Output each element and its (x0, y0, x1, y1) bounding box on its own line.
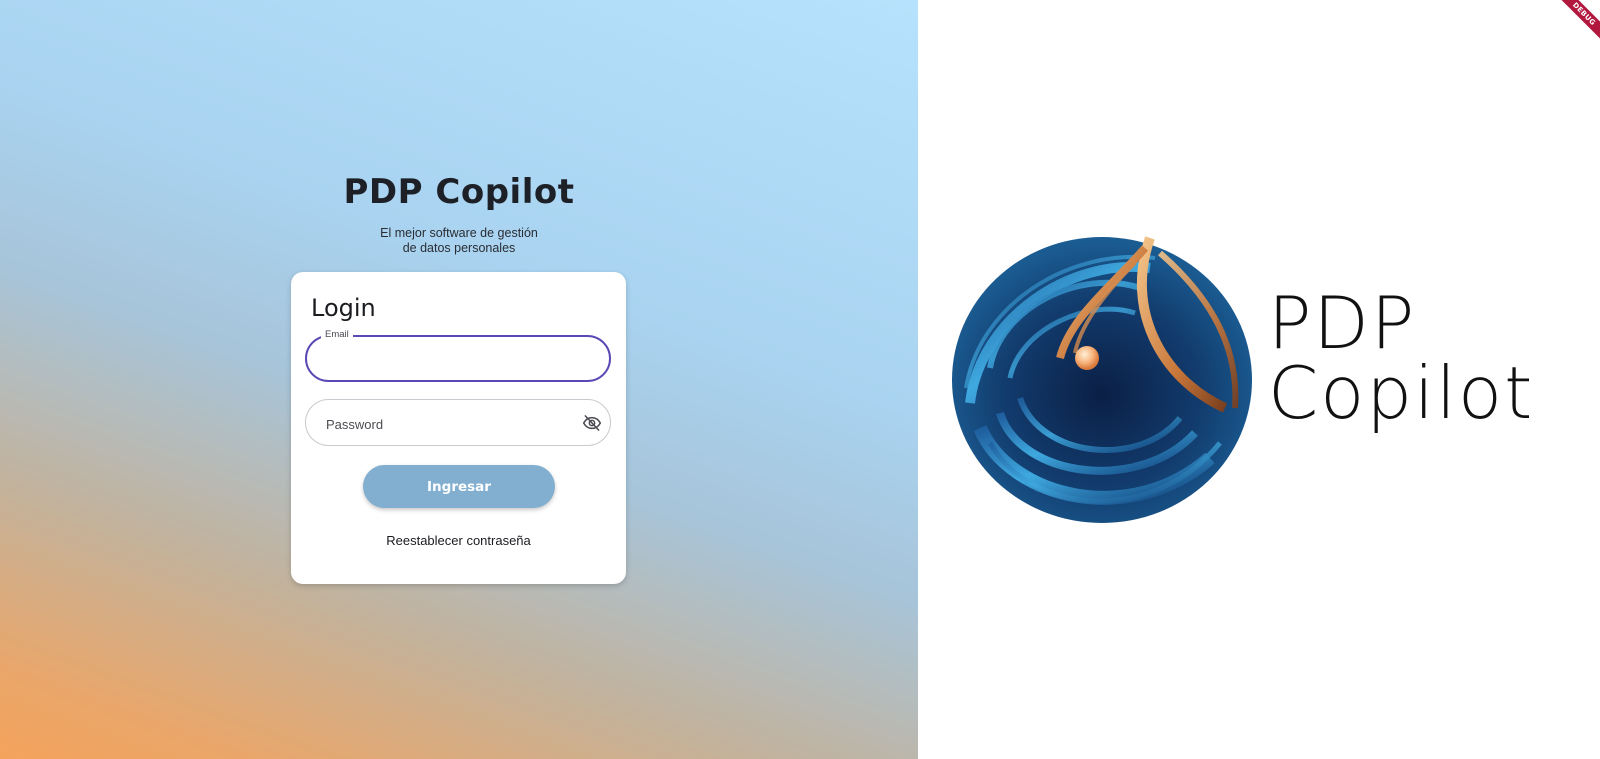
gradient-panel: PDP Copilot El mejor software de gestión… (0, 0, 918, 759)
password-input[interactable] (324, 411, 568, 437)
eye-off-icon[interactable] (580, 411, 604, 435)
logo-swirl-icon (952, 236, 1252, 523)
email-label: Email (321, 329, 353, 340)
app-title: PDP Copilot (343, 172, 575, 212)
logo-wordmark-line2: Copilot (1268, 351, 1535, 435)
app-tagline: El mejor software de gestión de datos pe… (0, 226, 918, 256)
login-card: Login Email Ingresar Reestablecer contra… (291, 272, 626, 584)
logo-wordmark: PDP Copilot (1268, 281, 1535, 435)
login-button[interactable]: Ingresar (363, 465, 555, 508)
debug-banner: DEBUG (1551, 0, 1600, 47)
logo-wordmark-line1: PDP (1268, 281, 1417, 365)
reset-password-link[interactable]: Reestablecer contraseña (291, 533, 626, 548)
password-field[interactable] (305, 399, 611, 446)
app-tagline-line1: El mejor software de gestión (380, 226, 538, 240)
email-field[interactable]: Email (305, 329, 611, 382)
login-page: PDP Copilot El mejor software de gestión… (0, 0, 1600, 759)
app-tagline-line2: de datos personales (402, 241, 516, 255)
login-title: Login (311, 294, 376, 322)
email-input[interactable] (325, 347, 599, 373)
